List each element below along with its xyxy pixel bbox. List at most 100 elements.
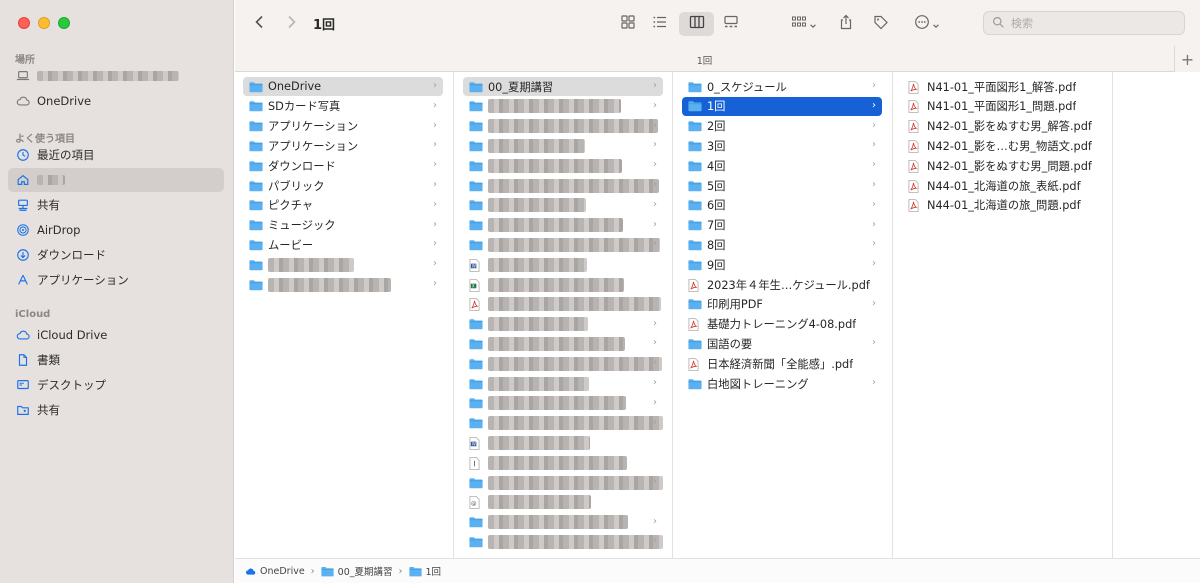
file-row[interactable]: @ — [463, 493, 663, 512]
sidebar-item-home[interactable] — [8, 168, 224, 192]
file-row[interactable]: N44-01_北海道の旅_表紙.pdf — [902, 176, 1102, 195]
folder-row[interactable]: ムービー › — [243, 235, 443, 254]
sidebar-item-applications[interactable]: アプリケーション — [8, 268, 224, 292]
folder-row[interactable]: › — [463, 196, 663, 215]
folder-row[interactable]: アプリケーション › — [243, 117, 443, 136]
file-row[interactable]: 2023年４年生…ケジュール.pdf — [682, 275, 882, 294]
tag-button[interactable] — [870, 12, 892, 36]
folder-row[interactable]: OneDrive › — [243, 77, 443, 96]
folder-row[interactable]: › — [463, 354, 663, 373]
folder-row[interactable]: 印刷用PDF › — [682, 295, 882, 314]
group-button[interactable] — [786, 12, 822, 36]
file-row[interactable]: X — [463, 275, 663, 294]
column-4[interactable]: N41-01_平面図形1_解答.pdf N41-01_平面図形1_問題.pdf N4… — [894, 72, 1113, 558]
file-row[interactable]: N42-01_影をぬすむ男_解答.pdf — [902, 117, 1102, 136]
folder-row[interactable]: 国語の要 › — [682, 334, 882, 353]
folder-row[interactable]: › — [463, 414, 663, 433]
search-field[interactable] — [983, 11, 1185, 35]
tab-title[interactable]: 1回 — [235, 53, 1174, 67]
sidebar-item-downloads[interactable]: ダウンロード — [8, 243, 224, 267]
folder-row[interactable]: › — [463, 97, 663, 116]
folder-row[interactable]: › — [463, 315, 663, 334]
sidebar-item-desktop[interactable]: デスクトップ — [8, 373, 224, 397]
view-icons-button[interactable] — [616, 12, 640, 36]
folder-row[interactable]: › — [463, 394, 663, 413]
view-columns-button[interactable] — [679, 12, 714, 36]
file-row[interactable]: W — [463, 255, 663, 274]
folder-row[interactable]: › — [463, 374, 663, 393]
folder-row[interactable]: › — [463, 513, 663, 532]
file-row[interactable]: N44-01_北海道の旅_問題.pdf — [902, 196, 1102, 215]
folder-row[interactable]: パブリック › — [243, 176, 443, 195]
column-3[interactable]: 0_スケジュール › 1回 › 2回 › 3回 › 4回 › 5回 › 6回 › 7回 › 8回 › 9回 › 2023… — [674, 72, 893, 558]
file-row[interactable]: W — [463, 433, 663, 452]
file-row[interactable] — [463, 295, 663, 314]
redacted-label — [488, 99, 621, 114]
folder-row[interactable]: 4回 › — [682, 156, 882, 175]
close-window-button[interactable] — [18, 17, 30, 29]
file-row[interactable] — [463, 453, 663, 472]
file-row[interactable]: 基礎力トレーニング4-08.pdf — [682, 315, 882, 334]
folder-row[interactable]: 0_スケジュール › — [682, 77, 882, 96]
sidebar-item-icloud-drive[interactable]: iCloud Drive — [8, 323, 224, 347]
file-row[interactable]: 日本経済新聞「全能感」.pdf — [682, 354, 882, 373]
folder-row[interactable]: › — [463, 176, 663, 195]
folder-row[interactable]: 7回 › — [682, 216, 882, 235]
folder-row[interactable]: › — [463, 532, 663, 551]
shared-folder-icon — [16, 403, 30, 417]
path-item-onedrive[interactable]: OneDrive — [245, 566, 305, 577]
share-button[interactable] — [835, 12, 857, 36]
sidebar-item-airdrop[interactable]: AirDrop — [8, 218, 224, 242]
folder-row[interactable]: › — [243, 275, 443, 294]
path-item-folder[interactable]: 00_夏期講習 — [321, 564, 393, 578]
zoom-window-button[interactable] — [58, 17, 70, 29]
folder-row[interactable]: › — [463, 117, 663, 136]
file-row[interactable]: N41-01_平面図形1_解答.pdf — [902, 77, 1102, 96]
minimize-window-button[interactable] — [38, 17, 50, 29]
folder-row[interactable]: › — [463, 473, 663, 492]
folder-row[interactable]: › — [243, 255, 443, 274]
folder-row[interactable]: ピクチャ › — [243, 196, 443, 215]
folder-row[interactable]: 1回 › — [682, 96, 882, 116]
folder-icon — [469, 477, 483, 489]
folder-row[interactable]: › — [463, 216, 663, 235]
folder-row[interactable]: › — [463, 334, 663, 353]
file-row[interactable]: N41-01_平面図形1_問題.pdf — [902, 97, 1102, 116]
folder-row[interactable]: 6回 › — [682, 196, 882, 215]
view-list-button[interactable] — [648, 12, 672, 36]
file-row[interactable]: N42-01_影をぬすむ男_問題.pdf — [902, 156, 1102, 175]
folder-icon — [249, 81, 263, 93]
file-row[interactable]: N42-01_影を…む男_物語文.pdf — [902, 136, 1102, 155]
column-1[interactable]: OneDrive › SDカード写真 › アプリケーション › アプリケーション › ダウンロー… — [235, 72, 454, 558]
sidebar-item-onedrive[interactable]: OneDrive — [8, 89, 224, 113]
sidebar-item-recents[interactable]: 最近の項目 — [8, 143, 224, 167]
back-button[interactable] — [250, 12, 270, 36]
folder-row[interactable]: › — [463, 235, 663, 254]
folder-row[interactable]: ミュージック › — [243, 216, 443, 235]
more-actions-button[interactable] — [909, 12, 945, 36]
folder-row[interactable]: 8回 › — [682, 235, 882, 254]
sidebar-item-shared[interactable]: 共有 — [8, 193, 224, 217]
folder-icon — [688, 180, 702, 192]
folder-row[interactable]: 5回 › — [682, 176, 882, 195]
folder-row[interactable]: 00_夏期講習 › — [463, 77, 663, 96]
folder-row[interactable]: アプリケーション › — [243, 136, 443, 155]
sidebar-item-shared-folder[interactable]: 共有 — [8, 398, 224, 422]
forward-button[interactable] — [281, 12, 301, 36]
new-tab-button[interactable]: + — [1174, 46, 1200, 72]
folder-row[interactable]: › — [463, 136, 663, 155]
folder-row[interactable]: 白地図トレーニング › — [682, 374, 882, 393]
sidebar-item-computer[interactable] — [8, 64, 224, 88]
path-item-current[interactable]: 1回 — [408, 564, 441, 578]
view-gallery-button[interactable] — [719, 12, 743, 36]
search-input[interactable] — [1011, 16, 1171, 30]
folder-icon — [469, 318, 483, 330]
column-2[interactable]: 00_夏期講習 › › › › › › › › › W X › › › › › › W › @ › › — [455, 72, 673, 558]
folder-row[interactable]: ダウンロード › — [243, 156, 443, 175]
folder-row[interactable]: SDカード写真 › — [243, 97, 443, 116]
folder-row[interactable]: › — [463, 156, 663, 175]
sidebar-item-documents[interactable]: 書類 — [8, 348, 224, 372]
folder-row[interactable]: 3回 › — [682, 136, 882, 155]
folder-row[interactable]: 2回 › — [682, 117, 882, 136]
folder-row[interactable]: 9回 › — [682, 255, 882, 274]
